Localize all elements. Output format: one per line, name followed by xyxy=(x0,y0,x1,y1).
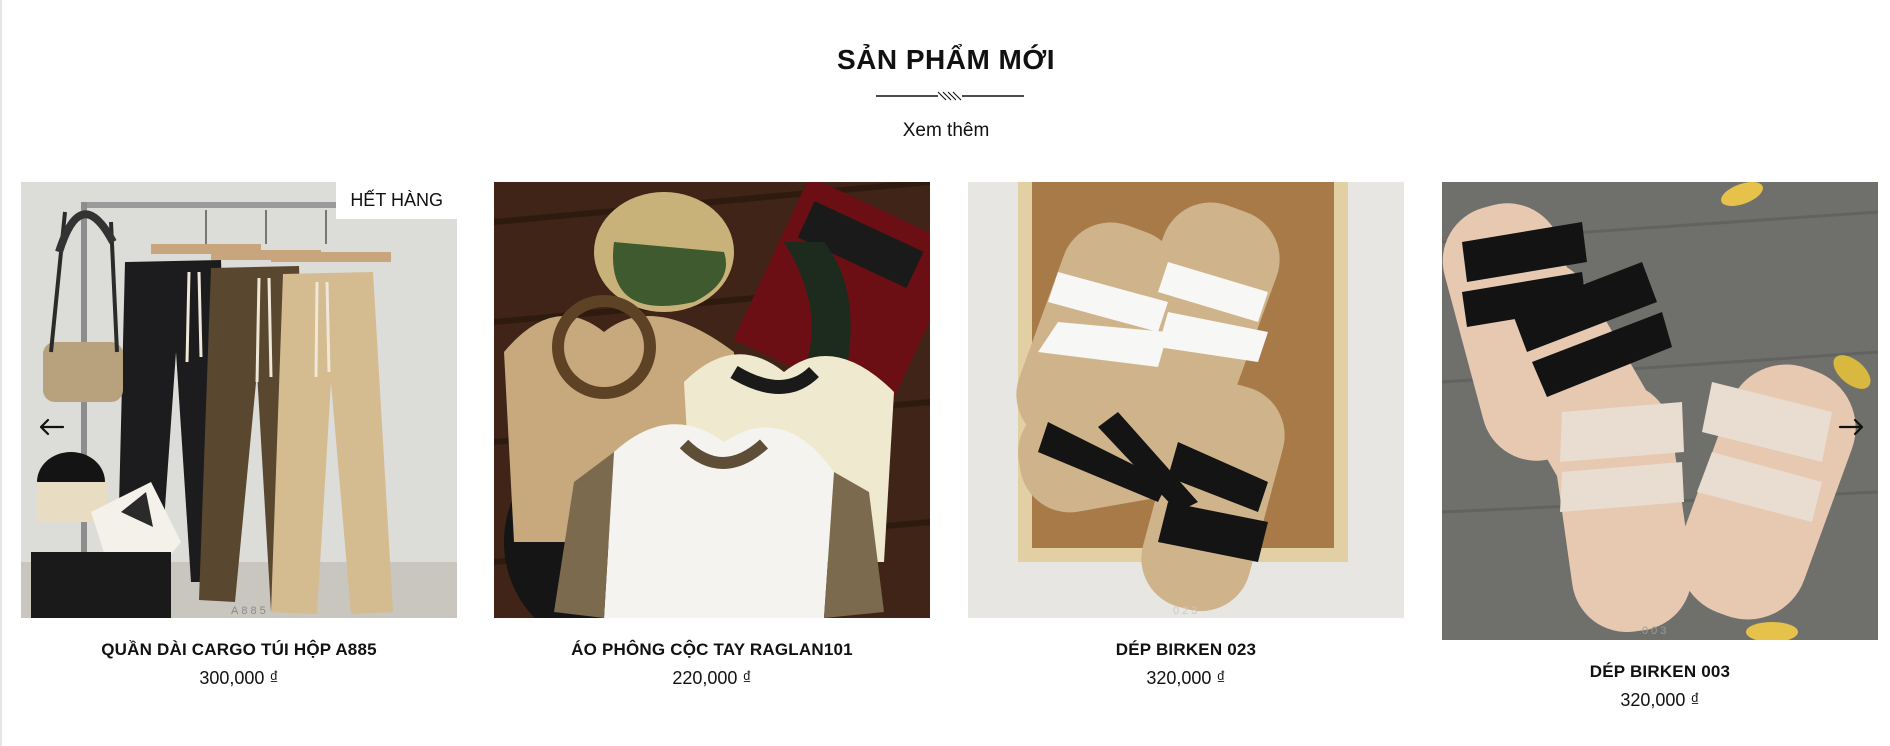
product-image[interactable] xyxy=(494,182,930,618)
product-card[interactable]: 023 DÉP BIRKEN 023 320,000 ₫ xyxy=(968,182,1404,689)
product-image-code: A885 xyxy=(231,605,269,617)
product-image[interactable]: A885 HẾT HÀNG xyxy=(21,182,457,618)
title-divider xyxy=(876,91,1024,101)
product-card[interactable]: 003 DÉP BIRKEN 003 320,000 ₫ xyxy=(1442,182,1878,711)
see-more-link[interactable]: Xem thêm xyxy=(2,120,1890,142)
product-carousel: A885 HẾT HÀNG QUẦN DÀI CARGO TÚI HỘP A88… xyxy=(21,182,1878,722)
product-price: 320,000 ₫ xyxy=(1620,690,1700,710)
product-price: 220,000 ₫ xyxy=(672,668,752,688)
section-title: SẢN PHẨM MỚI xyxy=(836,44,1056,75)
product-price: 320,000 ₫ xyxy=(1146,668,1226,688)
product-image-code: 003 xyxy=(1642,625,1669,637)
product-image-code: 023 xyxy=(1173,605,1200,617)
sold-out-badge: HẾT HÀNG xyxy=(336,182,457,219)
product-name[interactable]: ÁO PHÔNG CỘC TAY RAGLAN101 xyxy=(494,640,930,660)
product-name[interactable]: DÉP BIRKEN 003 xyxy=(1442,662,1878,682)
new-products-section: SẢN PHẨM MỚI Xem thêm A885 HẾT HÀNG QUẦN… xyxy=(0,0,1890,746)
product-name[interactable]: DÉP BIRKEN 023 xyxy=(968,640,1404,660)
product-card[interactable]: A885 HẾT HÀNG QUẦN DÀI CARGO TÚI HỘP A88… xyxy=(21,182,457,689)
arrow-left-icon[interactable] xyxy=(35,410,69,444)
arrow-right-icon[interactable] xyxy=(1834,410,1868,444)
product-price: 300,000 ₫ xyxy=(199,668,279,688)
product-card[interactable]: ÁO PHÔNG CỘC TAY RAGLAN101 220,000 ₫ xyxy=(494,182,930,689)
product-image[interactable]: 023 xyxy=(968,182,1404,618)
product-name[interactable]: QUẦN DÀI CARGO TÚI HỘP A885 xyxy=(21,640,457,660)
product-image[interactable]: 003 xyxy=(1442,182,1878,640)
